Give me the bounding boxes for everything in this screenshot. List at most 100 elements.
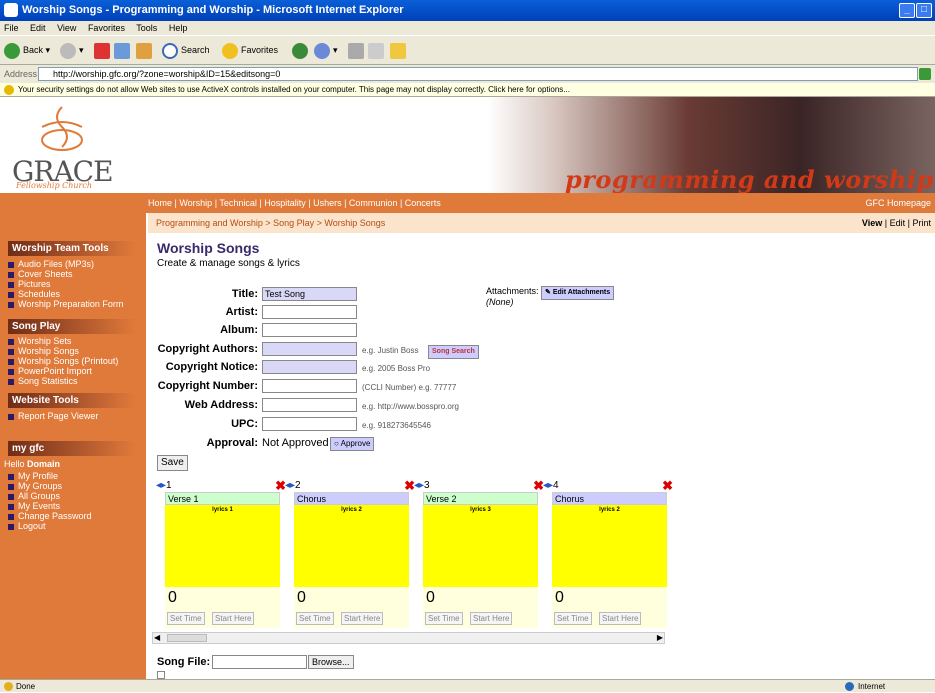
sidebar-item-logout[interactable]: Logout — [8, 521, 46, 531]
minimize-button[interactable]: _ — [899, 3, 915, 18]
sidebar-item-schedules[interactable]: Schedules — [8, 289, 60, 299]
zone-text: Internet — [858, 682, 886, 691]
sidebar-item-my-events[interactable]: My Events — [8, 501, 60, 511]
sidebar-item-cover-sheets[interactable]: Cover Sheets — [8, 269, 73, 279]
set-time-button[interactable]: Set Time — [425, 612, 463, 625]
delete-lyric-icon[interactable]: ✖ — [662, 479, 673, 492]
song-search-button[interactable]: Song Search — [428, 345, 479, 359]
lyric-number: ◂▸2 — [285, 480, 301, 491]
start-here-button[interactable]: Start Here — [212, 612, 255, 625]
set-time-button[interactable]: Set Time — [296, 612, 334, 625]
warning-icon — [4, 85, 14, 95]
browse-button[interactable]: Browse... — [308, 655, 354, 669]
gfc-homepage-link[interactable]: GFC Homepage — [865, 193, 931, 213]
sidebar-item-change-password[interactable]: Change Password — [8, 511, 92, 521]
start-here-button[interactable]: Start Here — [341, 612, 384, 625]
set-time-button[interactable]: Set Time — [554, 612, 592, 625]
upc-input[interactable] — [262, 417, 357, 431]
browser-toolbar: Back ▾ ▾ Search Favorites ▾ — [0, 35, 935, 65]
refresh-button[interactable] — [114, 42, 133, 59]
start-here-button[interactable]: Start Here — [599, 612, 642, 625]
start-here-button[interactable]: Start Here — [470, 612, 513, 625]
song-file-input[interactable] — [212, 655, 307, 669]
save-button[interactable]: Save — [157, 455, 188, 471]
lyric-section-name[interactable]: Verse 2 — [423, 492, 538, 505]
edit-link[interactable]: | Edit | — [885, 218, 910, 228]
scroll-thumb[interactable] — [167, 634, 207, 642]
lyric-section-name[interactable]: Chorus — [294, 492, 409, 505]
home-button[interactable] — [136, 42, 155, 59]
copyright-number-label: Copyright Number: — [157, 380, 258, 392]
stop-button[interactable] — [94, 42, 113, 59]
move-arrows-icon[interactable]: ◂▸ — [414, 480, 424, 491]
history-button[interactable] — [292, 42, 311, 59]
lyric-text[interactable]: lyrics 2 — [294, 505, 409, 587]
lyric-footer: 0 Set Time Start Here — [552, 587, 667, 628]
sidebar-item-my-profile[interactable]: My Profile — [8, 471, 58, 481]
lyric-time: 0 — [555, 589, 564, 606]
artist-input[interactable] — [262, 305, 357, 319]
sidebar-item-worship-sets[interactable]: Worship Sets — [8, 336, 71, 346]
lyric-text[interactable]: lyrics 3 — [423, 505, 538, 587]
sidebar-item-worship-songs-printout[interactable]: Worship Songs (Printout) — [8, 356, 118, 366]
menu-help[interactable]: Help — [169, 23, 188, 33]
lyrics-horizontal-scrollbar[interactable]: ◀ ▶ — [152, 632, 665, 644]
title-input[interactable]: Test Song — [262, 287, 357, 301]
forward-button[interactable]: ▾ — [60, 42, 84, 59]
approve-radio-icon: ○ — [334, 439, 341, 448]
lyric-text[interactable]: lyrics 1 — [165, 505, 280, 587]
breadcrumb-bar: Programming and Worship > Song Play > Wo… — [148, 213, 935, 233]
menu-edit[interactable]: Edit — [30, 23, 46, 33]
menu-view[interactable]: View — [57, 23, 76, 33]
sidebar-item-my-groups[interactable]: My Groups — [8, 481, 62, 491]
edit-page-button[interactable] — [368, 42, 387, 59]
mail-button[interactable]: ▾ — [314, 42, 338, 59]
move-arrows-icon[interactable]: ◂▸ — [543, 480, 553, 491]
sidebar-item-audio-files[interactable]: Audio Files (MP3s) — [8, 259, 94, 269]
sidebar-item-all-groups[interactable]: All Groups — [8, 491, 60, 501]
song-file-checkbox[interactable] — [157, 671, 165, 679]
grace-logo[interactable]: GRACE Fellowship Church — [12, 105, 142, 190]
sidebar-item-powerpoint-import[interactable]: PowerPoint Import — [8, 366, 92, 376]
web-address-input[interactable] — [262, 398, 357, 412]
copyright-number-input[interactable] — [262, 379, 357, 393]
set-time-button[interactable]: Set Time — [167, 612, 205, 625]
view-link[interactable]: View — [862, 218, 882, 228]
sidebar-item-worship-prep-form[interactable]: Worship Preparation Form — [8, 299, 123, 309]
sidebar-item-pictures[interactable]: Pictures — [8, 279, 51, 289]
nav-links[interactable]: Home | Worship | Technical | Hospitality… — [148, 193, 441, 213]
copyright-authors-input[interactable] — [262, 342, 357, 356]
sidebar-item-worship-songs[interactable]: Worship Songs — [8, 346, 79, 356]
lyric-section-name[interactable]: Verse 1 — [165, 492, 280, 505]
search-button[interactable]: Search — [162, 42, 210, 59]
approve-button[interactable]: ○ Approve — [330, 437, 375, 451]
back-button[interactable]: Back ▾ — [4, 42, 50, 59]
breadcrumb[interactable]: Programming and Worship > Song Play > Wo… — [156, 213, 385, 233]
lyric-section-name[interactable]: Chorus — [552, 492, 667, 505]
go-button[interactable] — [919, 68, 931, 80]
lyric-number: ◂▸4 — [543, 480, 559, 491]
move-arrows-icon[interactable]: ◂▸ — [156, 480, 166, 491]
sidebar-item-song-statistics[interactable]: Song Statistics — [8, 376, 78, 386]
copyright-notice-input[interactable] — [262, 360, 357, 374]
move-arrows-icon[interactable]: ◂▸ — [285, 480, 295, 491]
approval-status: Not Approved — [262, 437, 329, 449]
menu-favorites[interactable]: Favorites — [88, 23, 125, 33]
maximize-button[interactable]: □ — [916, 3, 932, 18]
song-file-label: Song File: — [157, 656, 211, 668]
print-link[interactable]: Print — [912, 218, 931, 228]
folder-button[interactable] — [390, 42, 409, 59]
scroll-left-icon[interactable]: ◀ — [154, 633, 160, 642]
approval-label: Approval: — [206, 437, 258, 449]
menu-tools[interactable]: Tools — [136, 23, 157, 33]
print-button[interactable] — [348, 42, 367, 59]
security-info-bar[interactable]: Your security settings do not allow Web … — [0, 83, 935, 97]
favorites-button[interactable]: Favorites — [222, 42, 278, 59]
scroll-right-icon[interactable]: ▶ — [657, 633, 663, 642]
album-input[interactable] — [262, 323, 357, 337]
edit-attachments-button[interactable]: ✎ Edit Attachments — [541, 286, 615, 300]
menu-file[interactable]: File — [4, 23, 19, 33]
sidebar-item-report-page-viewer[interactable]: Report Page Viewer — [8, 411, 98, 421]
address-input[interactable]: http://worship.gfc.org/?zone=worship&ID=… — [38, 67, 918, 81]
lyric-text[interactable]: lyrics 2 — [552, 505, 667, 587]
